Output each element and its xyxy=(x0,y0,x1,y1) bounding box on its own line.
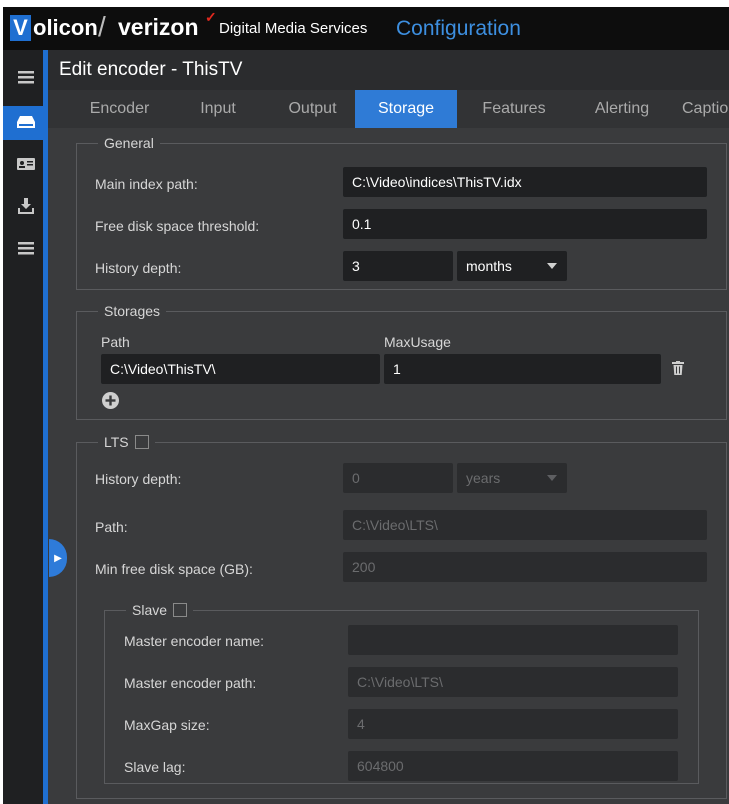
lts-min-free-field[interactable]: 200 xyxy=(343,552,707,582)
chevron-down-icon xyxy=(547,475,557,481)
master-name-field[interactable] xyxy=(348,625,678,655)
lts-history-field[interactable]: 0 xyxy=(343,463,453,493)
tab-alerting[interactable]: Alerting xyxy=(576,90,668,128)
lts-path-label: Path: xyxy=(95,519,128,535)
storages-group: Storages Path MaxUsage C:\Video\ThisTV\ … xyxy=(76,302,727,420)
maxgap-field[interactable]: 4 xyxy=(348,709,678,739)
verizon-check-icon: ✓ xyxy=(205,9,217,25)
tab-captions[interactable]: Captio xyxy=(682,90,729,128)
trash-icon[interactable] xyxy=(669,359,687,377)
main-index-label: Main index path: xyxy=(95,176,198,192)
history-depth-field[interactable]: 3 xyxy=(343,251,453,281)
lts-legend: LTS xyxy=(98,433,155,451)
slave-lag-label: Slave lag: xyxy=(124,759,186,775)
sidebar-item-storage[interactable] xyxy=(3,106,48,140)
title-row: Edit encoder - ThisTV xyxy=(48,50,729,90)
id-card-icon xyxy=(16,157,35,173)
lts-path-field[interactable]: C:\Video\LTS\ xyxy=(343,510,707,540)
general-legend-label: General xyxy=(104,135,154,151)
sidebar-item-id[interactable] xyxy=(3,148,48,182)
maxgap-label: MaxGap size: xyxy=(124,717,210,733)
sidebar xyxy=(3,50,48,804)
drive-icon xyxy=(16,115,35,131)
tab-storage[interactable]: Storage xyxy=(355,90,457,128)
sidebar-item-download[interactable] xyxy=(3,190,48,224)
general-group: General Main index path: C:\Video\indice… xyxy=(76,134,727,290)
slave-group: Slave Master encoder name: Master encode… xyxy=(104,601,699,784)
list-icon xyxy=(17,241,34,258)
storage-path-field[interactable]: C:\Video\ThisTV\ xyxy=(101,354,380,384)
master-path-label: Master encoder path: xyxy=(124,675,257,691)
verizon-logo: verizon xyxy=(118,14,199,40)
history-unit-select[interactable]: months xyxy=(457,251,567,281)
tab-bar: Encoder Input Output Storage Features Al… xyxy=(48,90,729,128)
lts-legend-label: LTS xyxy=(104,434,129,450)
download-icon xyxy=(17,197,34,217)
volicon-logo-text: olicon xyxy=(33,15,98,40)
history-depth-label: History depth: xyxy=(95,260,182,276)
plus-circle-icon xyxy=(101,392,119,412)
sidebar-toggle-button[interactable]: ▶ xyxy=(49,539,67,577)
lts-group: LTS History depth: 0 years Path: C:\Vide… xyxy=(76,433,727,799)
slave-legend: Slave xyxy=(126,601,194,619)
history-unit-value: months xyxy=(466,258,512,274)
top-bar: V olicon / verizon ✓ Digital Media Servi… xyxy=(3,7,729,50)
master-path-field[interactable]: C:\Video\LTS\ xyxy=(348,667,678,697)
lts-history-unit-select[interactable]: years xyxy=(457,463,567,493)
tab-encoder[interactable]: Encoder xyxy=(77,90,162,128)
hamburger-menu-icon[interactable] xyxy=(3,60,48,94)
chevron-right-icon: ▶ xyxy=(54,552,62,564)
slave-checkbox[interactable] xyxy=(173,603,188,617)
main-index-field[interactable]: C:\Video\indices\ThisTV.idx xyxy=(343,167,707,197)
column-header-maxusage: MaxUsage xyxy=(384,334,451,350)
lts-min-free-label: Min free disk space (GB): xyxy=(95,561,253,577)
section-title: Configuration xyxy=(396,17,521,40)
app-window: V olicon / verizon ✓ Digital Media Servi… xyxy=(3,7,729,804)
product-name: Digital Media Services xyxy=(219,20,368,37)
add-storage-button[interactable] xyxy=(101,392,119,412)
storages-legend-label: Storages xyxy=(104,303,161,319)
storages-legend: Storages xyxy=(98,302,167,320)
column-header-path: Path xyxy=(101,334,130,350)
sidebar-item-list[interactable] xyxy=(3,232,48,266)
tab-output[interactable]: Output xyxy=(270,90,355,128)
volicon-logo-mark: V xyxy=(10,15,31,41)
brand-separator: / xyxy=(98,11,106,42)
general-legend: General xyxy=(98,134,160,152)
lts-history-label: History depth: xyxy=(95,471,182,487)
slave-lag-field[interactable]: 604800 xyxy=(348,751,678,781)
lts-history-unit-value: years xyxy=(466,470,501,486)
master-name-label: Master encoder name: xyxy=(124,633,265,649)
storage-maxusage-field[interactable]: 1 xyxy=(384,354,661,384)
tab-input[interactable]: Input xyxy=(180,90,256,128)
tab-features[interactable]: Features xyxy=(469,90,559,128)
free-disk-field[interactable]: 0.1 xyxy=(343,209,707,239)
free-disk-label: Free disk space threshold: xyxy=(95,218,260,234)
page-title: Edit encoder - ThisTV xyxy=(59,59,243,80)
slave-legend-label: Slave xyxy=(132,602,168,618)
chevron-down-icon xyxy=(547,263,557,269)
lts-checkbox[interactable] xyxy=(134,435,149,449)
